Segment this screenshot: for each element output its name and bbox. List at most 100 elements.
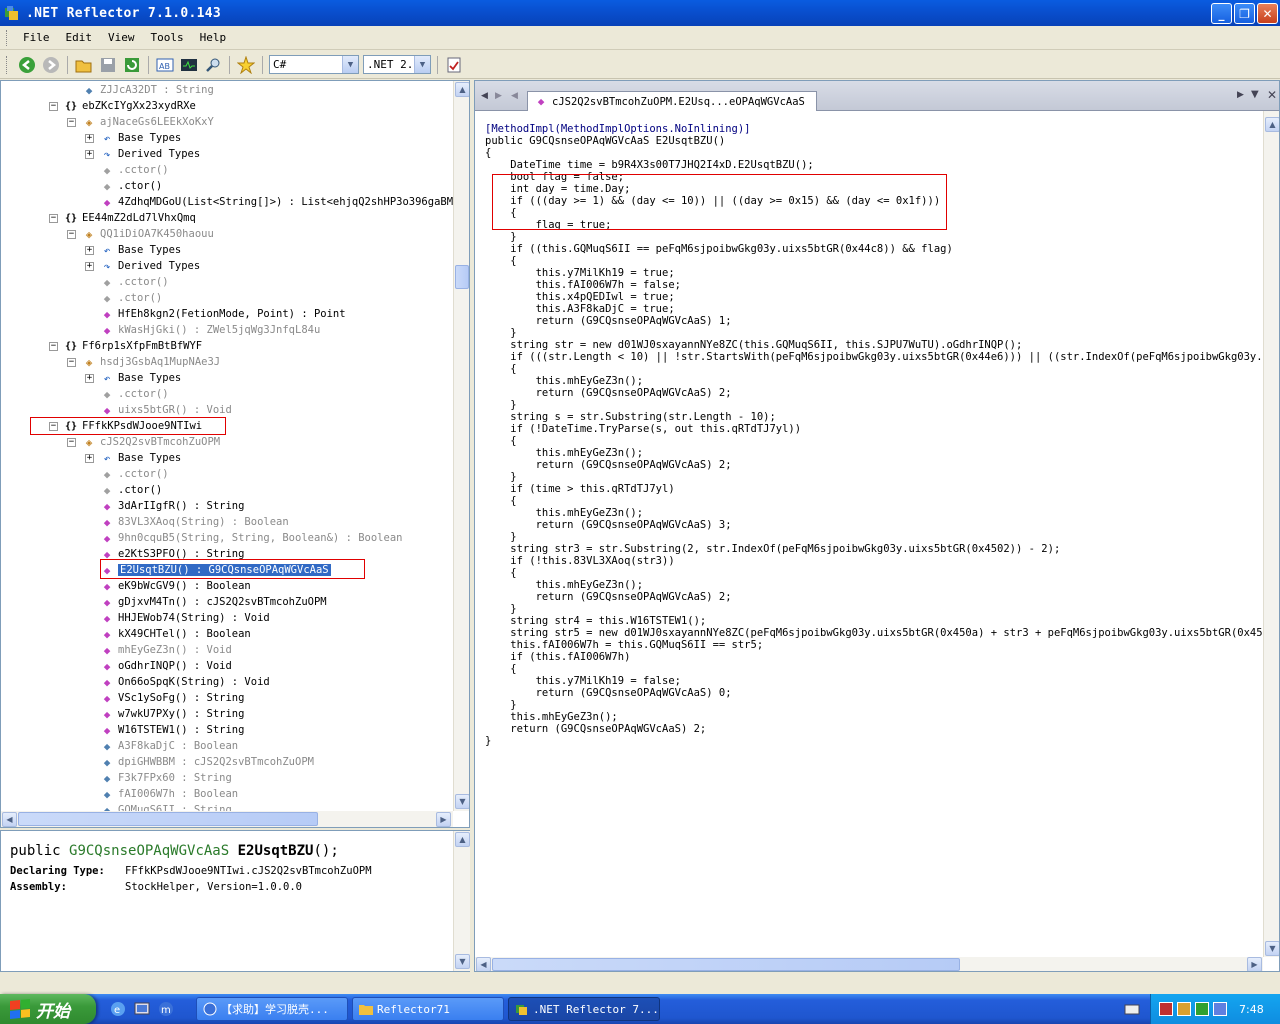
quicklaunch-ie-icon[interactable]: e (108, 999, 128, 1019)
disassemble-button[interactable]: AB (154, 54, 176, 76)
tree-node[interactable]: ◆ .cctor() (85, 274, 169, 290)
tray-app-icon[interactable] (1159, 1002, 1173, 1016)
tab-back-arrow-icon[interactable]: ◀ (481, 91, 488, 101)
tree-node[interactable]: + ↷ Derived Types (85, 258, 200, 274)
scroll-up-icon[interactable]: ▲ (455, 832, 470, 847)
tree-node[interactable]: ◆ 9hn0cquB5(String, String, Boolean&) : B… (85, 530, 403, 546)
tree-node[interactable]: ◆ uixs5btGR() : Void (85, 402, 232, 418)
tree-node[interactable]: − ◈ cJS2Q2svBTmcohZuOPM (67, 434, 220, 450)
tree-node[interactable]: ◆ 83VL3XAoq(String) : Boolean (85, 514, 289, 530)
tree-node[interactable]: − ◈ QQ1iDiOA7K450haouu (67, 226, 214, 242)
search-button[interactable] (202, 54, 224, 76)
expand-icon[interactable]: + (85, 133, 94, 143)
tree-node[interactable]: ◆ .cctor() (85, 162, 169, 178)
minimize-button[interactable]: _ (1211, 3, 1232, 24)
tree-node[interactable]: ◆ GQMuqS6II : String (85, 802, 232, 812)
scroll-right-icon[interactable]: ▶ (436, 812, 451, 827)
collapse-icon[interactable]: − (49, 341, 58, 351)
scroll-thumb[interactable] (492, 958, 960, 971)
collapse-icon[interactable]: − (67, 437, 76, 447)
declaring-type-value[interactable]: FFfkKPsdWJooe9NTIwi.cJS2Q2svBTmcohZuOPM (125, 865, 372, 877)
tray-volume-icon[interactable] (1213, 1002, 1227, 1016)
clock[interactable]: 7:48 (1239, 1003, 1264, 1016)
tab-forward-arrow-icon[interactable]: ▶ (495, 91, 502, 101)
tree-node[interactable]: ◆ kWasHjGki() : ZWel5jqWg3JnfqL84u (85, 322, 321, 338)
tree-node[interactable]: ◆ A3F8kaDjC : Boolean (85, 738, 238, 754)
expand-icon[interactable]: + (85, 373, 94, 383)
close-button[interactable]: ✕ (1257, 3, 1278, 24)
tab-list-dropdown-icon[interactable]: ▼ (1251, 89, 1259, 100)
scroll-down-icon[interactable]: ▼ (455, 954, 470, 969)
scroll-left-icon[interactable]: ◀ (476, 957, 491, 971)
tree-node[interactable]: ◆ HHJEWob74(String) : Void (85, 610, 270, 626)
tree-node[interactable]: −{} Ff6rp1sXfpFmBtBfWYF (49, 338, 202, 354)
menu-view[interactable]: View (106, 29, 137, 46)
scroll-up-icon[interactable]: ▲ (1265, 117, 1279, 132)
tree-node[interactable]: ◆ oGdhrINQP() : Void (85, 658, 232, 674)
tree-node[interactable]: + ↶ Base Types (85, 370, 181, 386)
tree-node[interactable]: ◆ .cctor() (85, 386, 169, 402)
taskbar-button-forum[interactable]: 【求助】学习脱壳... (196, 997, 348, 1021)
collapse-icon[interactable]: − (67, 229, 76, 239)
tree-node[interactable]: ◆ F3k7FPx60 : String (85, 770, 232, 786)
code-vertical-scrollbar[interactable]: ▲ ▼ (1263, 111, 1279, 957)
tree-node[interactable]: ◆ eK9bWcGV9() : Boolean (85, 578, 251, 594)
tree-node[interactable]: − ◈ hsdj3GsbAq1MupNAe3J (67, 354, 220, 370)
scroll-left-icon[interactable]: ◀ (2, 812, 17, 827)
taskbar-button-reflector[interactable]: .NET Reflector 7... (508, 997, 660, 1021)
keyboard-icon[interactable] (1122, 999, 1142, 1019)
tree-node[interactable]: ◆ HfEh8kgn2(FetionMode, Point) : Point (85, 306, 346, 322)
framework-select[interactable]: .NET 2.( ▼ (363, 55, 431, 74)
expand-icon[interactable]: + (85, 261, 94, 271)
taskbar-button-folder[interactable]: Reflector71 (352, 997, 504, 1021)
tree-node[interactable]: ◆ .ctor() (85, 290, 163, 306)
tree-node[interactable]: ◆ 4ZdhqMDGoU(List<String[]>) : List<ehjqQ… (85, 194, 453, 210)
language-select[interactable]: C# ▼ (269, 55, 359, 74)
options-button[interactable] (443, 54, 465, 76)
code-horizontal-scrollbar[interactable]: ◀ ▶ (475, 957, 1263, 971)
code-view[interactable]: [MethodImpl(MethodImplOptions.NoInlining… (485, 123, 1265, 943)
tree-node[interactable]: + ↶ Base Types (85, 242, 181, 258)
quicklaunch-desktop-icon[interactable] (132, 999, 152, 1019)
open-button[interactable] (73, 54, 95, 76)
tree-node[interactable]: ◆ fAI006W7h : Boolean (85, 786, 238, 802)
tree-node[interactable]: ◆ W16TSTEW1() : String (85, 722, 245, 738)
tree-node[interactable]: ◆ mhEyGeZ3n() : Void (85, 642, 232, 658)
collapse-icon[interactable]: − (49, 213, 58, 223)
chevron-down-icon[interactable]: ▼ (342, 56, 358, 73)
maximize-button[interactable]: ❐ (1234, 3, 1255, 24)
menu-edit[interactable]: Edit (64, 29, 95, 46)
tray-network-icon[interactable] (1195, 1002, 1209, 1016)
scroll-thumb[interactable] (455, 265, 469, 289)
collapse-icon[interactable]: − (67, 357, 76, 367)
forward-button[interactable] (40, 54, 62, 76)
tree-node[interactable]: −{} EE44mZ2dLd7lVhxQmq (49, 210, 196, 226)
tab-disassembler[interactable]: ◆ cJS2Q2svBTmcohZuOPM.E2Usq...eOPAqWGVcA… (527, 91, 817, 111)
expand-icon[interactable]: + (85, 149, 94, 159)
tree-node[interactable]: ◆ .ctor() (85, 482, 163, 498)
tree-node[interactable]: − ◈ ajNaceGs6LEEkXoKxY (67, 114, 214, 130)
expand-icon[interactable]: + (85, 453, 94, 463)
scroll-down-icon[interactable]: ▼ (455, 794, 469, 809)
scroll-up-icon[interactable]: ▲ (455, 82, 469, 97)
analyzer-button[interactable] (178, 54, 200, 76)
tab-scroll-left-icon[interactable]: ◀ (511, 91, 518, 101)
chevron-down-icon[interactable]: ▼ (414, 56, 430, 73)
quicklaunch-messenger-icon[interactable]: m (156, 999, 176, 1019)
scroll-thumb[interactable] (18, 812, 318, 826)
tree-node[interactable]: + ↷ Derived Types (85, 146, 200, 162)
collapse-icon[interactable]: − (49, 101, 58, 111)
tree-node[interactable]: ◆ gDjxvM4Tn() : cJS2Q2svBTmcohZuOPM (85, 594, 327, 610)
tree-node[interactable]: ◆ .cctor() (85, 466, 169, 482)
tree-node[interactable]: ◆ kX49CHTel() : Boolean (85, 626, 251, 642)
signature-return-type[interactable]: G9CQsnseOPAqWGVcAaS (69, 843, 229, 859)
menu-file[interactable]: File (21, 29, 52, 46)
menu-help[interactable]: Help (198, 29, 229, 46)
tree-node[interactable]: ◆ w7wkU7PXy() : String (85, 706, 245, 722)
tree-vertical-scrollbar[interactable]: ▲ ▼ (453, 81, 469, 811)
tree-node[interactable]: ◆ On66oSpqK(String) : Void (85, 674, 270, 690)
bookmarks-button[interactable] (235, 54, 257, 76)
tree-node[interactable]: ◆ dpiGHWBBM : cJS2Q2svBTmcohZuOPM (85, 754, 314, 770)
save-button[interactable] (97, 54, 119, 76)
tab-scroll-right-icon[interactable]: ▶ (1237, 90, 1244, 100)
